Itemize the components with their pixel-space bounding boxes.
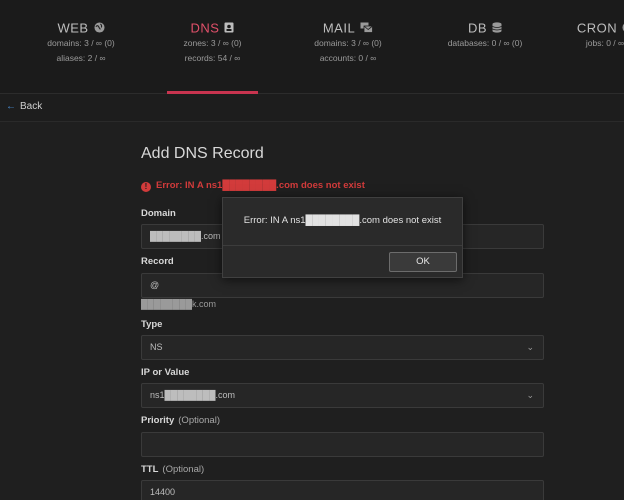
ip-value: ns1████████.com xyxy=(150,390,236,400)
tab-db-stat-databases: databases: 0 / ∞ (0) xyxy=(447,38,523,48)
arrow-left-icon: ← xyxy=(6,101,16,112)
address-book-icon xyxy=(224,21,234,37)
ip-label: IP or Value xyxy=(141,367,190,378)
type-value: NS xyxy=(150,342,163,352)
tab-cron-title: CRON xyxy=(576,20,618,36)
tab-mail-title: MAIL xyxy=(322,20,356,36)
ttl-label-text: TTL xyxy=(141,464,159,475)
record-hint: ████████k.com xyxy=(141,299,217,309)
type-label: Type xyxy=(141,319,163,330)
chevron-down-icon: ⌄ xyxy=(526,342,534,352)
domain-label: Domain xyxy=(141,208,176,219)
record-label: Record xyxy=(141,256,174,267)
tab-db[interactable]: DB databases: 0 / ∞ (0) xyxy=(425,0,545,94)
ttl-optional: (Optional) xyxy=(162,464,205,475)
ok-button[interactable]: OK xyxy=(389,252,457,272)
tab-web[interactable]: WEB domains: 3 / ∞ (0) aliases: 2 / ∞ xyxy=(16,0,146,94)
tab-dns-stat-records: records: 54 / ∞ xyxy=(184,53,241,63)
ttl-value: 14400 xyxy=(150,487,176,497)
toolbar: ← Back xyxy=(0,94,624,122)
tab-web-title: WEB xyxy=(57,20,89,36)
priority-field[interactable] xyxy=(141,432,544,457)
dialog-divider xyxy=(223,245,462,246)
tab-web-stat-domains: domains: 3 / ∞ (0) xyxy=(47,38,115,48)
record-value: @ xyxy=(150,280,160,290)
priority-optional: (Optional) xyxy=(178,415,220,426)
priority-label: Priority (Optional) xyxy=(141,415,220,426)
error-text: Error: IN A ns1████████.com does not exi… xyxy=(156,180,365,191)
page-title: Add DNS Record xyxy=(141,145,264,162)
back-button[interactable]: ← Back xyxy=(6,101,42,112)
back-label: Back xyxy=(20,101,43,112)
globe-icon xyxy=(94,21,105,37)
domain-value: ████████.com xyxy=(150,231,221,241)
ttl-field[interactable]: 14400 xyxy=(141,480,544,500)
ttl-label: TTL (Optional) xyxy=(141,464,204,475)
dialog-message: Error: IN A ns1████████.com does not exi… xyxy=(243,215,442,226)
database-icon xyxy=(492,21,502,37)
error-icon: ! xyxy=(141,182,151,192)
chevron-down-icon: ⌄ xyxy=(526,390,534,400)
priority-label-text: Priority xyxy=(141,415,175,426)
mail-stack-icon xyxy=(360,21,374,37)
error-message: ! Error: IN A ns1████████.com does not ex… xyxy=(141,180,365,192)
tab-mail-stat-domains: domains: 3 / ∞ (0) xyxy=(314,38,382,48)
top-navigation: WEB domains: 3 / ∞ (0) aliases: 2 / ∞ DN… xyxy=(0,0,624,94)
tab-cron-stat-jobs: jobs: 0 / ∞ xyxy=(585,38,624,48)
ip-value-select[interactable]: ns1████████.com ⌄ xyxy=(141,383,544,408)
tab-cron[interactable]: CRON jobs: 0 / ∞ xyxy=(560,0,624,94)
tab-db-title: DB xyxy=(467,20,488,36)
tab-dns-title: DNS xyxy=(190,20,220,36)
tab-web-stat-aliases: aliases: 2 / ∞ xyxy=(56,53,106,63)
tab-mail-stat-accounts: accounts: 0 / ∞ xyxy=(319,53,377,63)
tab-dns-stat-zones: zones: 3 / ∞ (0) xyxy=(183,38,242,48)
type-select[interactable]: NS ⌄ xyxy=(141,335,544,360)
tab-dns[interactable]: DNS zones: 3 / ∞ (0) records: 54 / ∞ xyxy=(167,0,258,94)
alert-dialog: Error: IN A ns1████████.com does not exi… xyxy=(222,197,463,278)
tab-mail[interactable]: MAIL domains: 3 / ∞ (0) accounts: 0 / ∞ xyxy=(278,0,418,94)
